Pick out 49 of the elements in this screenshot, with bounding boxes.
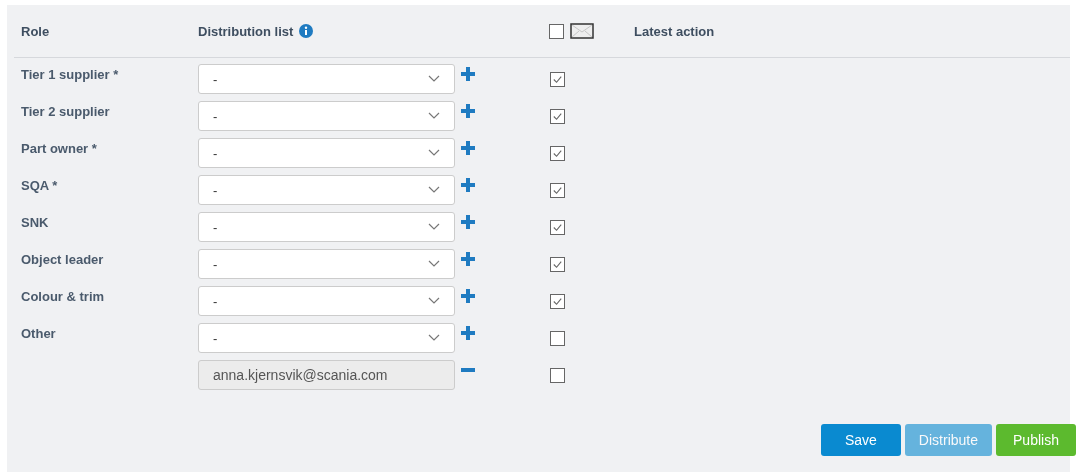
distribution-dropdown[interactable]: - (198, 286, 455, 316)
distribution-dropdown[interactable]: - (198, 323, 455, 353)
role-label: Colour & trim (21, 289, 105, 304)
chevron-down-icon (428, 112, 440, 120)
chevron-down-icon (428, 223, 440, 231)
checkbox[interactable] (550, 368, 565, 383)
column-header: Distribution list (198, 23, 294, 39)
add-icon[interactable] (461, 252, 475, 266)
distribution-dropdown[interactable]: - (198, 64, 455, 94)
checkbox[interactable] (550, 294, 565, 309)
chevron-down-icon (428, 186, 440, 194)
chevron-down-icon (428, 297, 440, 305)
role-label: Other (21, 326, 56, 341)
chevron-down-icon (428, 149, 440, 157)
add-icon[interactable] (461, 215, 475, 229)
column-header: Role (21, 23, 51, 39)
chevron-down-icon (428, 75, 440, 83)
add-icon[interactable] (461, 67, 475, 81)
checkbox[interactable] (550, 109, 565, 124)
select-all-checkbox[interactable] (549, 23, 564, 39)
checkbox[interactable] (550, 220, 565, 235)
distribution-dropdown[interactable]: - (198, 101, 455, 131)
add-icon[interactable] (461, 104, 475, 118)
email-field[interactable]: anna.kjernsvik@scania.com (198, 360, 455, 390)
add-icon[interactable] (461, 141, 475, 155)
distribution-dropdown[interactable]: - (198, 175, 455, 205)
info-icon[interactable] (299, 24, 314, 38)
role-label: SQA * (21, 178, 58, 193)
checkbox[interactable] (550, 331, 565, 346)
checkbox[interactable] (550, 183, 565, 198)
add-icon[interactable] (461, 326, 475, 340)
chevron-down-icon (428, 334, 440, 342)
role-label: Part owner * (21, 141, 97, 156)
add-icon[interactable] (461, 289, 475, 303)
save-button[interactable]: Save (820, 424, 901, 456)
role-label: SNK (21, 215, 49, 230)
checkbox[interactable] (550, 146, 565, 161)
column-header: Latest action (634, 23, 715, 39)
distribution-dropdown[interactable]: - (198, 138, 455, 168)
role-label: Tier 1 supplier * (21, 67, 119, 82)
chevron-down-icon (428, 260, 440, 268)
checkbox[interactable] (550, 72, 565, 87)
envelope-icon (570, 23, 594, 39)
distribution-dropdown[interactable]: - (198, 212, 455, 242)
role-label: Tier 2 supplier (21, 104, 110, 119)
role-label: Object leader (21, 252, 104, 267)
distribution-dropdown[interactable]: - (198, 249, 455, 279)
add-icon[interactable] (461, 178, 475, 192)
checkbox[interactable] (550, 257, 565, 272)
